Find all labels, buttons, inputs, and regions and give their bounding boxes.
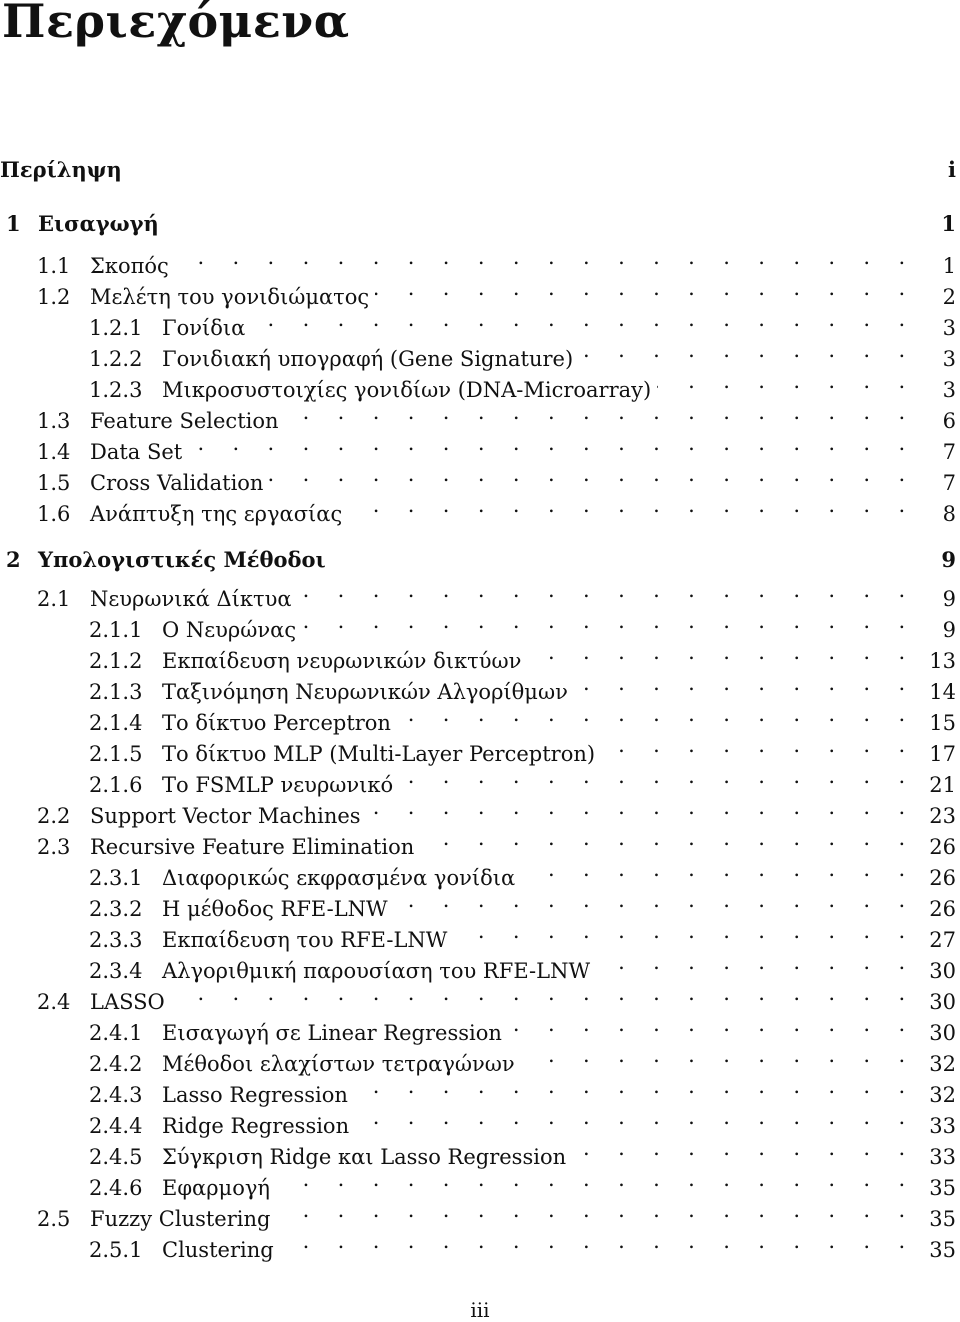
toc-entry[interactable]: 1.2.2 Γονιδιακή υπογραφή (Gene Signature)… xyxy=(0,335,960,371)
toc-entry-page: i xyxy=(948,157,956,182)
toc-entry-title: Εισαγωγή xyxy=(38,211,159,236)
toc-dot-leader xyxy=(601,730,916,761)
toc-dot-leader xyxy=(579,335,916,366)
toc-entry-page: 35 xyxy=(929,1238,956,1262)
toc-chapter-entry[interactable]: 2 Υπολογιστικές Μέθοδοι 9 xyxy=(0,544,960,575)
toc-entry-title: Clustering xyxy=(162,1238,274,1262)
toc-entry[interactable]: 1.5Cross Validation7 xyxy=(0,459,960,495)
toc-entry[interactable]: 2.4.6Εφαρμογή35 xyxy=(0,1164,960,1200)
toc-entry-page: 8 xyxy=(942,502,956,526)
toc-entry[interactable]: 1.6 Ανάπτυξη της εργασίας 8 xyxy=(0,490,960,526)
toc-entry[interactable]: 1.2.3 Μικροσυστοιχίες γονιδίων (DNA-Micro… xyxy=(0,366,960,402)
toc-entry-page: 9 xyxy=(941,547,956,572)
toc-dot-leader xyxy=(355,1102,916,1133)
toc-dot-leader xyxy=(521,1040,916,1071)
toc-entry[interactable]: 2.3.2Η μέθοδος RFE-LNW26 xyxy=(0,885,960,921)
toc-dot-leader xyxy=(508,1009,916,1040)
toc-chapter-entry[interactable]: 1 Εισαγωγή 1 xyxy=(0,208,960,239)
toc-dot-leader xyxy=(348,490,916,521)
page-number-footer: iii xyxy=(470,1298,490,1322)
toc-dot-leader xyxy=(574,668,916,699)
toc-dot-leader xyxy=(269,459,916,490)
toc-dot-leader xyxy=(175,242,916,273)
toc-dot-leader xyxy=(276,1164,916,1195)
toc-dot-leader xyxy=(171,978,916,1009)
toc-entry-number: 2.5.1 xyxy=(89,1238,143,1262)
toc-dot-leader xyxy=(420,823,916,854)
toc-entry[interactable]: 2.1.1Ο Νευρώνας9 xyxy=(0,606,960,642)
toc-entry[interactable]: 2.3.3Εκπαίδευση του RFE-LNW27 xyxy=(0,916,960,952)
toc-dot-leader xyxy=(527,637,916,668)
toc-entry[interactable]: 2.5.1 Clustering 35 xyxy=(0,1226,960,1262)
toc-entry[interactable]: 2.1.3Ταξινόμηση Νευρωνικών Αλγορίθμων14 xyxy=(0,668,960,704)
toc-dot-leader xyxy=(394,885,916,916)
toc-entry[interactable]: 1.1Σκοπός1 xyxy=(0,242,960,278)
toc-entry[interactable]: 1.2.1Γονίδια3 xyxy=(0,304,960,340)
toc-entry[interactable]: 2.1.2Εκπαίδευση νευρωνικών δικτύων13 xyxy=(0,637,960,673)
toc-dot-leader xyxy=(298,575,916,606)
toc-entry[interactable]: 2.4LASSO30 xyxy=(0,978,960,1014)
toc-dot-leader xyxy=(354,1071,916,1102)
toc-dot-leader xyxy=(302,606,916,637)
toc-entry[interactable]: 1.3Feature Selection6 xyxy=(0,397,960,433)
toc-entry-number: 2 xyxy=(6,547,21,572)
toc-dot-leader xyxy=(399,761,916,792)
toc-entry[interactable]: 2.4.1Εισαγωγή σε Linear Regression30 xyxy=(0,1009,960,1045)
toc-entry[interactable]: 2.4.3Lasso Regression32 xyxy=(0,1071,960,1107)
toc-dot-leader xyxy=(285,397,916,428)
toc-dot-leader xyxy=(251,304,916,335)
toc-dot-leader xyxy=(367,792,916,823)
page-title: Περιεχόμενα xyxy=(2,0,350,48)
toc-entry[interactable]: 1.4Data Set7 xyxy=(0,428,960,464)
toc-dot-leader xyxy=(375,273,916,304)
toc-entry[interactable]: 2.1.6Το FSMLP νευρωνικό21 xyxy=(0,761,960,797)
toc-entry-page: 1 xyxy=(941,211,956,236)
toc-entry[interactable]: 2.2Support Vector Machines23 xyxy=(0,792,960,828)
toc-dot-leader xyxy=(657,366,916,397)
toc-entry[interactable]: 2.4.2Μέθοδοι ελαχίστων τετραγώνων32 xyxy=(0,1040,960,1076)
toc-entry-title: Περίληψη xyxy=(0,157,122,182)
toc-entry[interactable]: 2.3.4Αλγοριθμική παρουσίαση του RFE-LNW3… xyxy=(0,947,960,983)
toc-dot-leader xyxy=(280,1226,916,1257)
toc-entry[interactable]: 2.1.4Το δίκτυο Perceptron15 xyxy=(0,699,960,735)
toc-entry[interactable]: 2.4.5 Σύγκριση Ridge και Lasso Regression… xyxy=(0,1133,960,1169)
toc-dot-leader xyxy=(453,916,916,947)
toc-entry-number: 1 xyxy=(6,211,21,236)
toc-entry[interactable]: 1.2Μελέτη του γονιδιώματος2 xyxy=(0,273,960,309)
toc-entry-number: 1.6 xyxy=(37,502,71,526)
toc-dot-leader xyxy=(596,947,916,978)
toc-entry-title: Ανάπτυξη της εργασίας xyxy=(90,502,343,526)
toc-entry[interactable]: 2.5Fuzzy Clustering35 xyxy=(0,1195,960,1231)
toc-entry[interactable]: 2.1.5 Το δίκτυο MLP (Multi-Layer Perceptr… xyxy=(0,730,960,766)
toc-entry[interactable]: 2.3Recursive Feature Elimination26 xyxy=(0,823,960,859)
toc-entry-title: Υπολογιστικές Μέθοδοι xyxy=(38,547,326,572)
toc-chapter-entry[interactable]: Περίληψη i xyxy=(0,154,960,185)
toc-dot-leader xyxy=(572,1133,916,1164)
toc-dot-leader xyxy=(521,854,916,885)
toc-entry[interactable]: 2.4.4Ridge Regression33 xyxy=(0,1102,960,1138)
toc-entry[interactable]: 2.1Νευρωνικά Δίκτυα9 xyxy=(0,575,960,611)
toc-dot-leader xyxy=(397,699,916,730)
toc-entry[interactable]: 2.3.1Διαφορικώς εκφρασμένα γονίδια26 xyxy=(0,854,960,890)
toc-dot-leader xyxy=(276,1195,916,1226)
toc-dot-leader xyxy=(188,428,916,459)
